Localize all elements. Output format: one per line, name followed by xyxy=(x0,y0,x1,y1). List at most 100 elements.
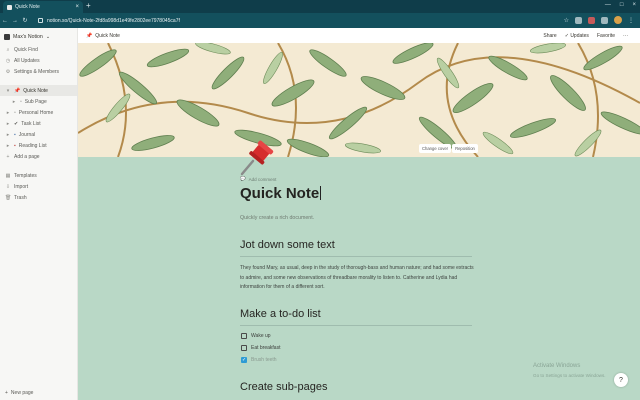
sidebar-page-quick-note[interactable]: ▾ 📌 Quick Note xyxy=(0,85,77,96)
maximize-icon[interactable]: □ xyxy=(620,2,624,8)
todo-checkbox[interactable] xyxy=(241,333,247,339)
profile-avatar[interactable] xyxy=(614,16,622,24)
minimize-icon[interactable]: — xyxy=(605,2,611,8)
browser-tab-title: Quick Note xyxy=(15,4,40,10)
watermark-subtitle: Go to Settings to activate Windows. xyxy=(533,373,606,378)
window-close-icon[interactable]: × xyxy=(632,2,636,8)
extension-icon[interactable] xyxy=(575,16,582,24)
workspace-switcher[interactable]: Max's Notion ⌄ xyxy=(0,28,77,44)
puzzle-icon[interactable] xyxy=(601,16,608,24)
toggle-arrow-icon[interactable]: ▸ xyxy=(5,143,11,149)
sidebar-item-label: Import xyxy=(14,183,29,190)
gear-icon: ⚙ xyxy=(5,68,11,75)
favorite-button[interactable]: Favorite xyxy=(597,33,615,39)
breadcrumb[interactable]: 📌 Quick Note xyxy=(78,33,120,39)
extension-icon[interactable] xyxy=(588,16,595,24)
sidebar-item-templates[interactable]: ▦ Templates xyxy=(0,170,77,181)
templates-icon: ▦ xyxy=(5,172,11,179)
checkmark-icon: ✔ xyxy=(14,120,19,127)
sidebar-item-label: All Updates xyxy=(14,57,40,64)
topbar-actions: Share ✓ Updates Favorite ··· xyxy=(543,33,628,39)
todo-item[interactable]: ✓ Brush teeth xyxy=(241,357,277,363)
chevron-down-icon: ⌄ xyxy=(45,34,51,40)
heading-divider xyxy=(240,325,472,326)
page-topbar: 📌 Quick Note Share ✓ Updates Favorite ··… xyxy=(78,28,640,43)
browser-address-bar: ← → ↻ notion.so/Quick-Note-2fd8a998d1e49… xyxy=(0,13,640,28)
browser-menu-icon[interactable]: ⋮ xyxy=(628,17,634,24)
page-title[interactable]: Quick Note xyxy=(240,185,322,202)
sidebar-page-task-list[interactable]: ▸ ✔ Task List xyxy=(0,118,77,129)
forward-arrow-icon[interactable]: → xyxy=(10,18,20,24)
toggle-arrow-icon[interactable]: ▸ xyxy=(5,110,11,116)
sidebar-item-settings[interactable]: ⚙ Settings & Members xyxy=(0,66,77,77)
text-paragraph[interactable]: They found Mary, as usual, deep in the s… xyxy=(240,264,475,293)
help-button[interactable]: ? xyxy=(614,373,628,387)
check-icon: ✓ xyxy=(564,32,569,39)
url-field[interactable]: notion.so/Quick-Note-2fd8a998d1e49fe2802… xyxy=(38,15,578,26)
windows-activation-watermark: Activate Windows Go to Settings to activ… xyxy=(533,362,606,380)
add-page-label: Add a page xyxy=(14,153,40,160)
todo-checkbox[interactable] xyxy=(241,345,247,351)
tab-close-icon[interactable]: × xyxy=(75,4,79,10)
sidebar-page-reading-list[interactable]: ▸ ▪ Reading List xyxy=(0,140,77,151)
heading-sub-pages[interactable]: Create sub-pages xyxy=(240,381,327,393)
sidebar-item-quick-find[interactable]: ⌕ Quick Find xyxy=(0,44,77,55)
toggle-arrow-icon[interactable]: ▸ xyxy=(11,99,17,105)
page-title-text: Quick Note xyxy=(240,185,320,202)
todo-checkbox-checked[interactable]: ✓ xyxy=(241,357,247,363)
reload-icon[interactable]: ↻ xyxy=(20,17,30,24)
new-page-button[interactable]: + New page xyxy=(0,390,78,396)
heading-todo[interactable]: Make a to-do list xyxy=(240,308,321,320)
page-description[interactable]: Quickly create a rich document. xyxy=(240,215,314,221)
todo-item[interactable]: Eat breakfast xyxy=(241,345,280,351)
window-controls: — □ × xyxy=(605,2,636,8)
notion-favicon-icon xyxy=(7,4,12,10)
new-tab-button[interactable]: + xyxy=(86,1,91,10)
toggle-arrow-icon[interactable]: ▸ xyxy=(5,132,11,138)
sidebar-page-label: Personal Home xyxy=(18,109,54,116)
pushpin-icon[interactable] xyxy=(236,138,276,178)
todo-label: Wake up xyxy=(251,333,271,339)
more-options-icon[interactable]: ··· xyxy=(623,33,628,39)
heading-jot-down[interactable]: Jot down some text xyxy=(240,239,335,251)
sidebar-item-import[interactable]: ⇩ Import xyxy=(0,181,77,192)
sidebar-page-journal[interactable]: ▸ ▪ Journal xyxy=(0,129,77,140)
workspace-name: Max's Notion xyxy=(13,34,43,40)
reposition-button[interactable]: Reposition xyxy=(452,144,478,153)
url-text: notion.so/Quick-Note-2fd8a998d1e49fe2802… xyxy=(47,17,180,24)
toggle-arrow-icon[interactable]: ▾ xyxy=(5,88,11,94)
trash-icon: 🗑 xyxy=(5,194,12,201)
share-button[interactable]: Share xyxy=(543,33,556,39)
toggle-arrow-icon[interactable]: ▸ xyxy=(5,121,11,127)
updates-button[interactable]: ✓ Updates xyxy=(565,33,589,39)
sidebar-page-label: Task List xyxy=(21,120,41,127)
todo-item[interactable]: Wake up xyxy=(241,333,271,339)
browser-tab[interactable]: Quick Note × xyxy=(3,1,83,13)
sidebar-item-trash[interactable]: 🗑 Trash xyxy=(0,192,77,203)
watermark-title: Activate Windows xyxy=(533,363,581,369)
sidebar-page-personal-home[interactable]: ▸ ▫ Personal Home xyxy=(0,107,77,118)
willow-pattern-cover xyxy=(78,43,640,157)
sidebar-page-sub-page[interactable]: ▸ ▫ Sub Page xyxy=(0,96,77,107)
breadcrumb-label: Quick Note xyxy=(95,32,120,39)
sidebar-page-label: Journal xyxy=(18,131,36,138)
page-icon: ▫ xyxy=(20,98,22,105)
new-page-label: New page xyxy=(10,390,34,396)
search-icon: ⌕ xyxy=(6,46,10,53)
sidebar-item-all-updates[interactable]: ◷ All Updates xyxy=(0,55,77,66)
extension-toolbar: ☆ ⋮ xyxy=(564,16,634,24)
import-icon: ⇩ xyxy=(5,183,11,190)
sidebar-page-label: Reading List xyxy=(18,142,47,149)
clock-icon: ◷ xyxy=(5,57,11,64)
page-cover-image[interactable] xyxy=(78,43,640,157)
change-cover-button[interactable]: Change cover xyxy=(419,144,452,153)
sidebar-page-label: Quick Note xyxy=(23,87,48,94)
add-page-button[interactable]: + Add a page xyxy=(0,151,77,162)
back-arrow-icon[interactable]: ← xyxy=(0,18,10,24)
heading-divider xyxy=(240,256,472,257)
star-icon[interactable]: ☆ xyxy=(564,17,569,24)
sidebar-item-label: Templates xyxy=(14,172,37,179)
browser-tab-strip: Quick Note × + — □ × xyxy=(0,0,640,13)
text-caret xyxy=(320,186,322,200)
todo-label: Brush teeth xyxy=(251,357,277,363)
